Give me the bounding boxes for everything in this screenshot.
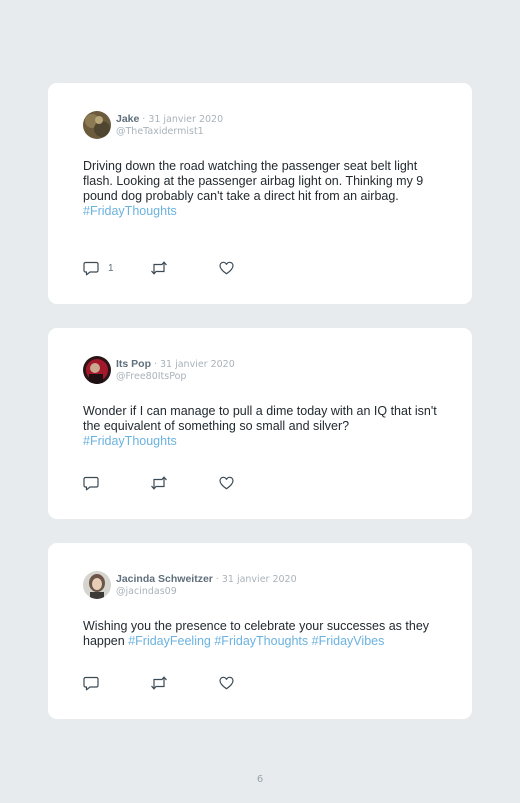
avatar[interactable] [83,111,111,139]
retweet-button[interactable] [150,260,168,276]
like-icon [219,261,234,275]
reply-icon [83,261,99,275]
author-line: Its Pop · 31 janvier 2020 [116,358,235,371]
retweet-button[interactable] [150,675,168,691]
author-handle: @TheTaxidermist1 [116,126,204,137]
tweet-body: Driving down the road watching the passe… [83,159,424,203]
author-name[interactable]: Jake [116,113,139,125]
reply-icon [83,676,99,690]
like-icon [219,476,234,490]
tweet-body: Wonder if I can manage to pull a dime to… [83,404,437,433]
reply-icon [83,476,99,490]
tweet-card: Jake · 31 janvier 2020 @TheTaxidermist1 … [48,83,472,304]
author-line: Jake · 31 janvier 2020 [116,113,223,126]
author-handle: @jacindas09 [116,586,177,597]
page-number: 6 [256,774,264,785]
tweet-card: Its Pop · 31 janvier 2020 @Free80ItsPop … [48,328,472,519]
author-handle: @Free80ItsPop [116,371,187,382]
author-line: Jacinda Schweitzer · 31 janvier 2020 [116,573,297,586]
like-button[interactable] [219,675,234,691]
avatar[interactable] [83,356,111,384]
retweet-icon [151,261,167,275]
tweet-text: Wonder if I can manage to pull a dime to… [83,404,443,449]
author-name[interactable]: Jacinda Schweitzer [116,573,213,585]
like-button[interactable] [219,260,234,276]
like-button[interactable] [219,475,234,491]
hashtag-link[interactable]: #FridayFeeling #FridayThoughts #FridayVi… [128,634,384,648]
retweet-icon [151,676,167,690]
reply-count: 1 [108,262,114,274]
tweet-text: Wishing you the presence to celebrate yo… [83,619,443,649]
hashtag-link[interactable]: #FridayThoughts [83,434,177,448]
tweet-text: Driving down the road watching the passe… [83,159,443,219]
reply-button[interactable] [83,475,99,491]
tweet-date: · 31 janvier 2020 [215,574,297,585]
avatar[interactable] [83,571,111,599]
reply-button[interactable] [83,675,99,691]
retweet-icon [151,476,167,490]
author-name[interactable]: Its Pop [116,358,151,370]
tweet-date: · 31 janvier 2020 [142,114,224,125]
tweet-date: · 31 janvier 2020 [153,359,235,370]
like-icon [219,676,234,690]
tweet-card: Jacinda Schweitzer · 31 janvier 2020 @ja… [48,543,472,719]
reply-button[interactable]: 1 [83,260,114,276]
retweet-button[interactable] [150,475,168,491]
hashtag-link[interactable]: #FridayThoughts [83,204,177,218]
